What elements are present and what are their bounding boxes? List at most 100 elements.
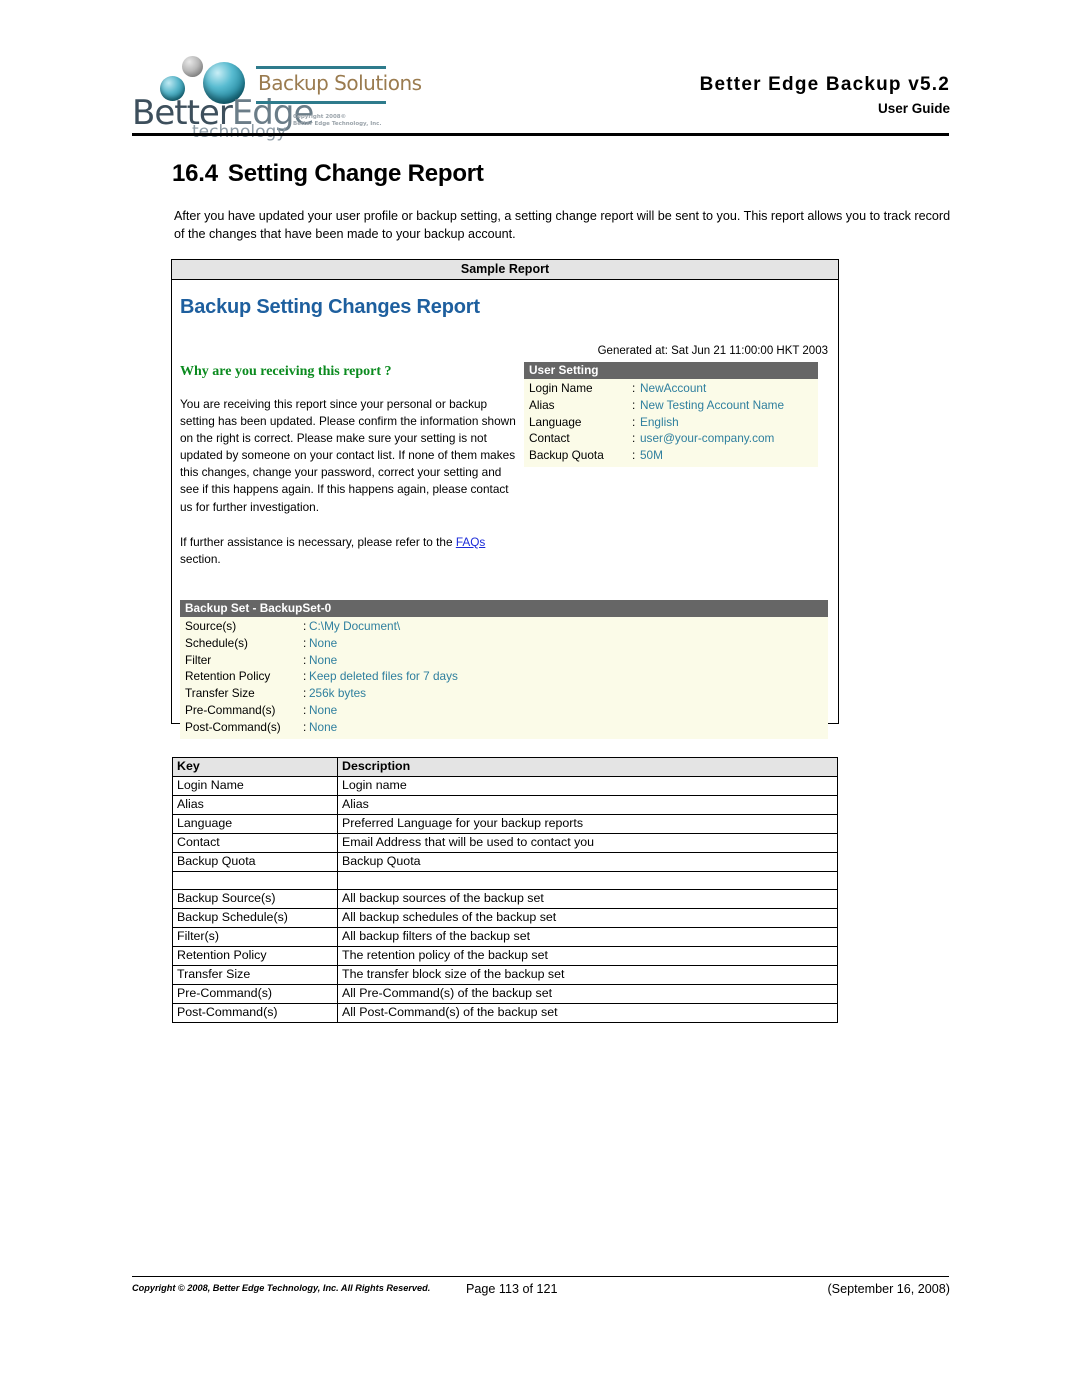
table-row-spacer [172,871,838,890]
logo-divider-top [256,66,386,69]
user-setting-row-value: New Testing Account Name [640,397,785,412]
report-main-title: Backup Setting Changes Report [180,296,480,318]
document-title: Better Edge Backup v5.2 [699,74,950,95]
cell-key [172,871,338,890]
cell-description: The retention policy of the backup set [337,946,838,966]
table-row: Contact Email Address that will be used … [172,833,838,853]
backup-set-row-key: Transfer Size [185,686,255,701]
user-setting-row-separator: : [632,397,636,412]
sample-report-box: Sample Report Backup Setting Changes Rep… [171,259,839,739]
column-header-description: Description [337,757,838,777]
user-setting-row: Backup Quota : 50M [524,447,818,464]
table-row: Transfer Size The transfer block size of… [172,965,838,985]
cell-key: Language [172,814,338,834]
backup-set-row-value: Keep deleted files for 7 days [309,669,458,684]
user-setting-row-value: NewAccount [640,381,707,395]
why-paragraph-2-before: If further assistance is necessary, plea… [180,534,456,549]
user-setting-row-separator: : [632,448,636,463]
table-row: Pre-Command(s) All Pre-Command(s) of the… [172,984,838,1004]
logo-copyright-line-2: Better Edge Technology, Inc. [293,120,382,127]
faqs-link[interactable]: FAQs [456,535,486,549]
backup-set-row-value: None [309,652,338,667]
table-row: Retention Policy The retention policy of… [172,946,838,966]
report-generated-at: Generated at: Sat Jun 21 11:00:00 HKT 20… [597,345,828,357]
user-setting-row-key: Login Name [529,381,593,395]
user-setting-row-key: Language [529,414,582,429]
column-header-key: Key [172,757,338,777]
why-receiving-body: You are receiving this report since your… [180,396,520,568]
cell-description: Backup Quota [337,852,838,872]
footer-page-number: Page 113 of 121 [466,1282,558,1296]
section-heading-text: Setting Change Report [227,160,484,187]
cell-description: All Post-Command(s) of the backup set [337,1003,838,1023]
cell-key: Backup Source(s) [172,889,338,909]
backup-set-row: Source(s) : C:\My Document\ [180,618,828,635]
cell-key: Backup Quota [172,852,338,872]
logo-sphere-gray-icon [182,56,203,77]
why-paragraph-2-after: section. [180,551,221,566]
cell-description: All backup sources of the backup set [337,889,838,909]
footer-copyright: Copyright © 2008, Better Edge Technology… [132,1283,431,1293]
page-header: BetterEdge technology Backup Solutions C… [0,0,1080,142]
cell-key: Pre-Command(s) [172,984,338,1004]
cell-description: Email Address that will be used to conta… [337,833,838,853]
document-subtitle: User Guide [877,101,950,116]
cell-key: Filter(s) [172,927,338,947]
backup-set-panel-header: Backup Set - BackupSet-0 [180,600,828,617]
table-row: Filter(s) All backup filters of the back… [172,927,838,947]
backup-set-row: Transfer Size : 256k bytes [180,685,828,702]
cell-description: The transfer block size of the backup se… [337,965,838,985]
cell-key: Login Name [172,776,338,796]
table-header-row: Key Description [172,757,838,777]
cell-description [337,871,838,890]
page-title: 16.4 Setting Change Report [172,160,484,188]
table-row: Language Preferred Language for your bac… [172,814,838,834]
backup-set-row-value: None [309,719,338,734]
cell-description: All Pre-Command(s) of the backup set [337,984,838,1004]
report-body: Backup Setting Changes Report Generated … [172,280,838,739]
user-setting-row-separator: : [632,381,636,395]
cell-key: Retention Policy [172,946,338,966]
header-divider [132,133,949,136]
cell-key: Alias [172,795,338,815]
backup-set-row-key: Post-Command(s) [185,719,281,734]
cell-description: Preferred Language for your backup repor… [337,814,838,834]
footer-divider [132,1276,949,1277]
logo-copyright: Copyright 2008© Better Edge Technology, … [293,114,382,127]
user-setting-row: Contact : user@your-company.com [524,430,818,447]
backup-set-row: Retention Policy : Keep deleted files fo… [180,668,828,685]
user-setting-row-separator: : [632,414,636,429]
key-description-table: Key Description Login Name Login name Al… [172,757,838,1023]
cell-description: All backup schedules of the backup set [337,908,838,928]
why-receiving-heading: Why are you receiving this report ? [180,364,392,379]
backup-set-row-value: 256k bytes [309,686,367,701]
cell-description: Alias [337,795,838,815]
sample-report-caption: Sample Report [172,260,838,280]
user-setting-rows: Login Name : NewAccount Alias : New Test… [524,379,818,467]
user-setting-row-key: Contact [529,431,570,446]
user-setting-row-separator: : [632,431,636,446]
backup-set-row-key: Source(s) [185,619,237,633]
backup-solutions-label: Backup Solutions [258,71,422,95]
table-row: Backup Schedule(s) All backup schedules … [172,908,838,928]
backup-set-row-value: None [309,702,338,717]
footer-date: (September 16, 2008) [827,1282,950,1296]
user-setting-row-value: user@your-company.com [640,431,775,446]
backup-set-row-key: Retention Policy [185,669,271,684]
user-setting-panel-header: User Setting [524,362,818,379]
why-paragraph-2: If further assistance is necessary, plea… [180,534,520,568]
cell-description: Login name [337,776,838,796]
cell-key: Post-Command(s) [172,1003,338,1023]
user-setting-row: Login Name : NewAccount [524,380,818,397]
logo-divider-bottom [256,101,386,104]
backup-set-row: Pre-Command(s) : None [180,702,828,719]
user-setting-panel: User Setting Login Name : NewAccount Ali… [524,362,818,467]
backup-set-row: Filter : None [180,652,828,669]
user-setting-row: Language : English [524,414,818,431]
cell-key: Contact [172,833,338,853]
logo-tagline: technology [192,122,287,142]
user-setting-row: Alias : New Testing Account Name [524,397,818,414]
user-setting-row-value: English [640,414,679,429]
table-row: Backup Quota Backup Quota [172,852,838,872]
